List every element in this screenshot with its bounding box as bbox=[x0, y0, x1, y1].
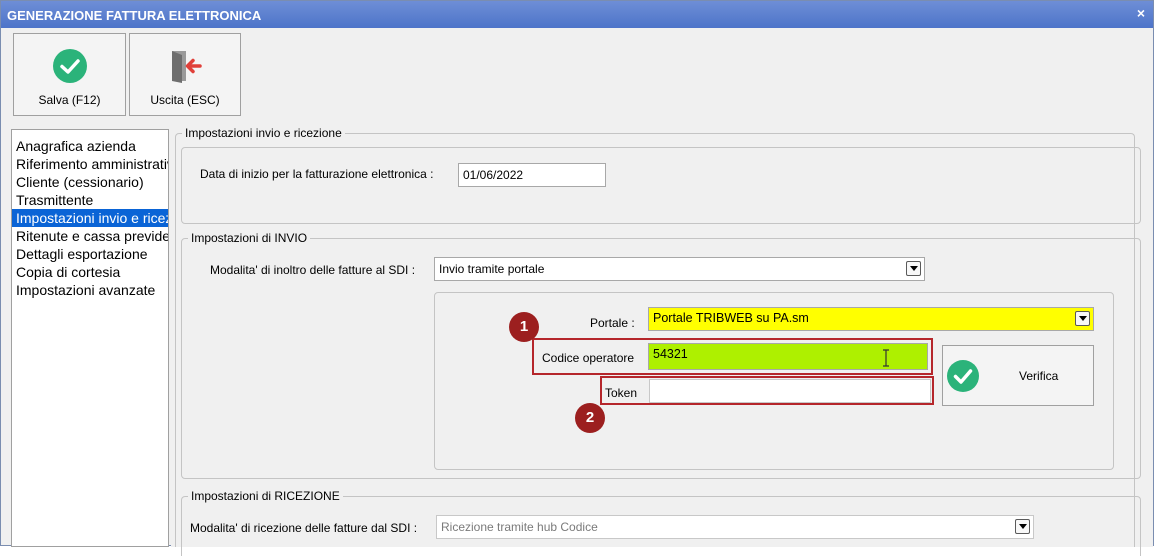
sidebar-item-trasmittente[interactable]: Trasmittente bbox=[12, 191, 168, 209]
annotation-marker-1: 1 bbox=[509, 312, 539, 342]
send-group-legend: Impostazioni di INVIO bbox=[188, 231, 311, 245]
sidebar-item-dettagli-esportazione[interactable]: Dettagli esportazione bbox=[12, 245, 168, 263]
send-mode-select[interactable]: Invio tramite portale bbox=[434, 257, 925, 281]
receive-mode-select[interactable]: Ricezione tramite hub Codice bbox=[436, 515, 1034, 539]
annotation-marker-2: 2 bbox=[575, 403, 605, 433]
check-icon bbox=[946, 359, 980, 396]
save-button-label: Salva (F12) bbox=[38, 93, 101, 107]
operator-code-input[interactable]: 54321 bbox=[648, 343, 928, 370]
portal-label: Portale : bbox=[590, 316, 635, 330]
chevron-down-icon[interactable] bbox=[1015, 519, 1030, 534]
sidebar-item-impostazioni-invio-ricezione[interactable]: Impostazioni invio e ricezione bbox=[12, 209, 168, 227]
start-date-group: Data di inizio per la fatturazione elett… bbox=[181, 147, 1141, 224]
chevron-down-icon[interactable] bbox=[906, 261, 921, 276]
sidebar-item-copia-cortesia[interactable]: Copia di cortesia bbox=[12, 263, 168, 281]
check-icon bbox=[52, 48, 88, 87]
section-list: Anagrafica azienda Riferimento amministr… bbox=[11, 129, 169, 547]
send-mode-value: Invio tramite portale bbox=[439, 262, 545, 276]
token-input[interactable] bbox=[649, 379, 931, 403]
sidebar-item-impostazioni-avanzate[interactable]: Impostazioni avanzate bbox=[12, 281, 168, 299]
sidebar-item-anagrafica-azienda[interactable]: Anagrafica azienda bbox=[12, 137, 168, 155]
receive-mode-value: Ricezione tramite hub Codice bbox=[441, 520, 598, 534]
portal-select[interactable]: Portale TRIBWEB su PA.sm bbox=[648, 307, 1094, 331]
start-date-label: Data di inizio per la fatturazione elett… bbox=[200, 167, 434, 181]
main-window: GENERAZIONE FATTURA ELETTRONICA × Salva … bbox=[0, 0, 1154, 556]
sidebar-item-cliente[interactable]: Cliente (cessionario) bbox=[12, 173, 168, 191]
title-bar: GENERAZIONE FATTURA ELETTRONICA × bbox=[1, 1, 1153, 28]
operator-code-label: Codice operatore bbox=[542, 351, 635, 365]
toolbar: Salva (F12) Uscita (ESC) bbox=[1, 28, 1153, 123]
sidebar-item-ritenute-cassa[interactable]: Ritenute e cassa previdenziale bbox=[12, 227, 168, 245]
send-mode-label: Modalita' di inoltro delle fatture al SD… bbox=[210, 263, 416, 277]
close-icon[interactable]: × bbox=[1137, 5, 1145, 21]
portal-value: Portale TRIBWEB su PA.sm bbox=[653, 311, 809, 325]
verify-button[interactable]: Verifica bbox=[942, 345, 1094, 406]
chevron-down-icon[interactable] bbox=[1075, 311, 1090, 326]
receive-mode-label: Modalita' di ricezione delle fatture dal… bbox=[190, 521, 418, 535]
settings-panel: Impostazioni invio e ricezione Data di i… bbox=[171, 123, 1153, 556]
start-date-input[interactable]: 01/06/2022 bbox=[458, 163, 606, 187]
token-label: Token bbox=[605, 386, 638, 400]
send-group: Impostazioni di INVIO Modalita' di inolt… bbox=[181, 231, 1141, 479]
save-button[interactable]: Salva (F12) bbox=[13, 33, 126, 116]
operator-code-value: 54321 bbox=[653, 347, 688, 361]
window-title: GENERAZIONE FATTURA ELETTRONICA bbox=[7, 8, 262, 23]
sidebar-item-riferimento-amministrativo[interactable]: Riferimento amministrativo bbox=[12, 155, 168, 173]
exit-door-icon bbox=[167, 48, 203, 87]
verify-button-label: Verifica bbox=[1019, 369, 1059, 383]
exit-button[interactable]: Uscita (ESC) bbox=[129, 33, 241, 116]
receive-group-legend: Impostazioni di RICEZIONE bbox=[188, 489, 343, 503]
general-group-legend: Impostazioni invio e ricezione bbox=[182, 126, 345, 140]
receive-group: Impostazioni di RICEZIONE Modalita' di r… bbox=[181, 489, 1141, 556]
text-cursor-icon bbox=[881, 349, 891, 369]
exit-button-label: Uscita (ESC) bbox=[150, 93, 220, 107]
